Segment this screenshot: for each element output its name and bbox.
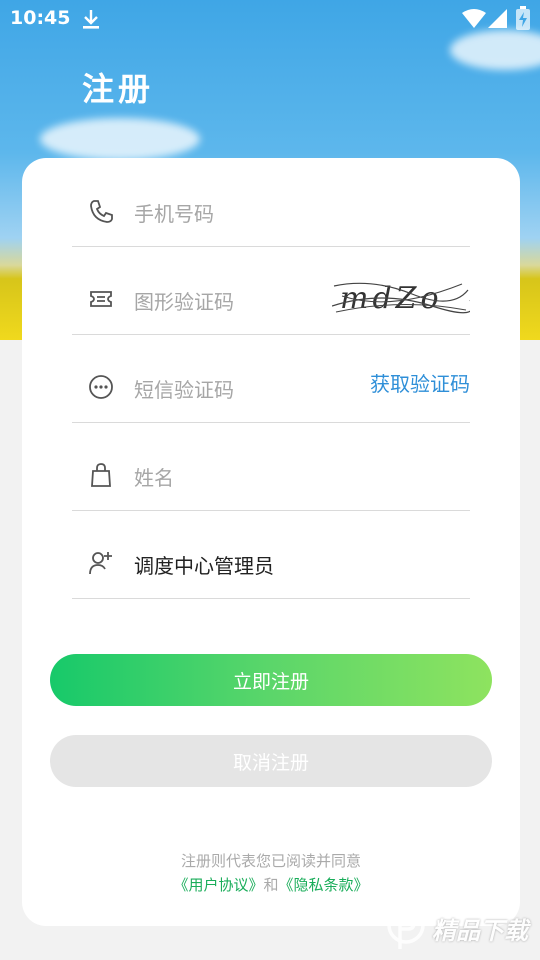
status-bar: 10:45 bbox=[0, 0, 540, 38]
name-field[interactable]: 姓名 bbox=[72, 422, 470, 511]
p-logo-icon bbox=[387, 906, 425, 949]
agreement-links: 《用户协议》和《隐私条款》 bbox=[22, 874, 520, 895]
captcha-field[interactable]: 图形验证码 mdZo bbox=[72, 246, 470, 335]
signal-icon bbox=[488, 9, 507, 28]
name-input[interactable]: 姓名 bbox=[134, 462, 174, 491]
status-time: 10:45 bbox=[10, 7, 71, 29]
phone-icon bbox=[90, 200, 113, 223]
phone-field[interactable]: 手机号码 bbox=[72, 158, 470, 247]
role-field[interactable]: 调度中心管理员 bbox=[72, 510, 470, 599]
phone-input[interactable]: 手机号码 bbox=[134, 198, 214, 227]
captcha-input[interactable]: 图形验证码 bbox=[134, 286, 234, 315]
watermark-text: 精品下载 bbox=[432, 916, 528, 945]
user-agreement-link[interactable]: 《用户协议》 bbox=[173, 876, 263, 894]
sms-field[interactable]: 短信验证码 获取验证码 bbox=[72, 334, 470, 423]
register-card: 手机号码 图形验证码 mdZo 短信验证码 获取验证码 姓名 调度中心管理员 立… bbox=[22, 158, 520, 926]
role-value[interactable]: 调度中心管理员 bbox=[134, 550, 274, 579]
get-code-button[interactable]: 获取验证码 bbox=[370, 368, 470, 397]
cancel-button[interactable]: 取消注册 bbox=[50, 735, 492, 787]
ticket-icon bbox=[90, 291, 112, 307]
agreement-line: 注册则代表您已阅读并同意 bbox=[180, 852, 361, 870]
user-add-icon bbox=[89, 552, 112, 575]
captcha-image[interactable]: mdZo bbox=[332, 276, 470, 316]
wifi-icon bbox=[462, 9, 486, 28]
cloud-decoration bbox=[40, 118, 200, 160]
agreement-and: 和 bbox=[263, 876, 279, 894]
sms-input[interactable]: 短信验证码 bbox=[134, 374, 234, 403]
watermark: 精品下载 bbox=[386, 900, 536, 956]
privacy-policy-link[interactable]: 《隐私条款》 bbox=[279, 876, 369, 894]
bag-icon bbox=[91, 463, 111, 487]
download-icon bbox=[83, 10, 99, 29]
chat-dots-icon bbox=[89, 375, 113, 399]
register-button[interactable]: 立即注册 bbox=[50, 654, 492, 706]
page-title: 注册 bbox=[82, 70, 155, 108]
agreement-text: 注册则代表您已阅读并同意 bbox=[22, 850, 520, 871]
battery-icon bbox=[516, 6, 530, 30]
